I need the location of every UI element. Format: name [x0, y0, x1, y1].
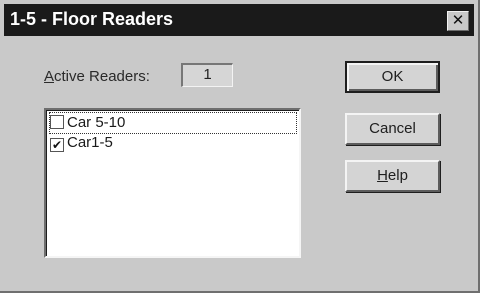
cancel-button[interactable]: Cancel [345, 113, 440, 145]
floor-readers-dialog: 1-5 - Floor Readers ✕ Active Readers: 1 … [0, 0, 480, 293]
active-readers-label-accel: A [44, 68, 55, 85]
close-button[interactable]: ✕ [447, 11, 469, 31]
ok-button[interactable]: OK [345, 61, 440, 93]
close-icon: ✕ [451, 12, 465, 29]
active-readers-count: 1 [181, 63, 233, 87]
list-item-car1-5[interactable]: ✔ Car1-5 [50, 133, 296, 153]
list-item-car-5-10[interactable]: Car 5-10 [49, 112, 297, 134]
help-button-text: elp [387, 167, 408, 184]
help-button-accel: H [377, 167, 388, 184]
checkbox-car-5-10[interactable] [50, 115, 64, 129]
title-bar[interactable]: 1-5 - Floor Readers ✕ [4, 4, 474, 36]
window-title: 1-5 - Floor Readers [10, 9, 174, 29]
active-readers-label: Active Readers: [44, 68, 150, 85]
checkbox-car1-5[interactable]: ✔ [50, 138, 64, 152]
help-button[interactable]: Help [345, 160, 440, 192]
readers-listbox[interactable]: Car 5-10 ✔ Car1-5 [44, 108, 301, 258]
list-item-label: Car1-5 [67, 134, 113, 151]
active-readers-label-text: ctive Readers: [54, 68, 150, 85]
list-item-label: Car 5-10 [67, 114, 126, 131]
